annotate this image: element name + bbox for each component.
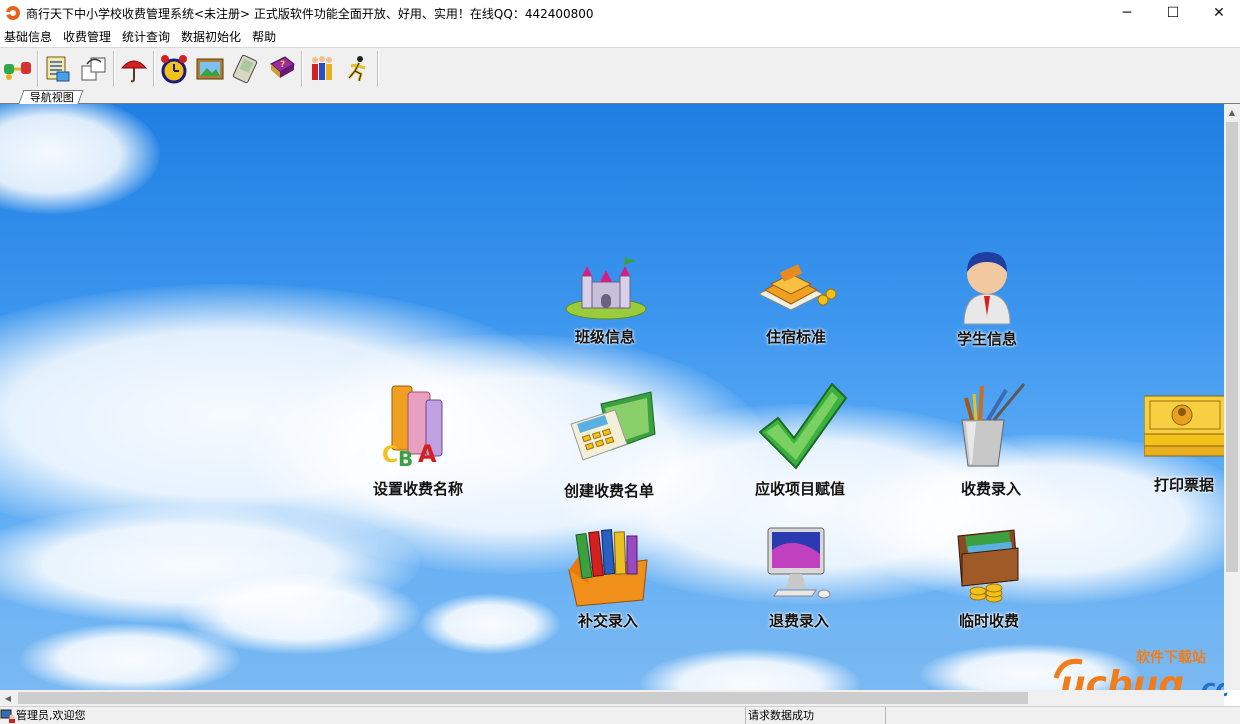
family-icon[interactable] <box>304 50 340 88</box>
picture-icon[interactable] <box>192 50 228 88</box>
tab-strip: 导航视图 <box>0 90 1240 105</box>
app-logo-icon <box>6 6 20 20</box>
cloud <box>20 624 240 690</box>
nav-label: 设置收费名称 <box>372 480 463 498</box>
cloud <box>0 104 160 214</box>
menu-fee-management[interactable]: 收费管理 <box>59 26 118 48</box>
status-user-cell: 管理员,欢迎您 <box>0 706 746 724</box>
wallet-coins-icon <box>944 524 1034 608</box>
toolbar: ? <box>0 48 1240 90</box>
svg-text:?: ? <box>280 60 285 70</box>
nav-class-info[interactable]: 班级信息 <box>560 254 650 347</box>
alarm-clock-icon[interactable] <box>156 50 192 88</box>
money-stack-icon <box>751 254 841 336</box>
nav-label: 临时收费 <box>958 612 1019 630</box>
menu-data-init[interactable]: 数据初始化 <box>177 26 248 48</box>
nav-fee-name[interactable]: C B A 设置收费名称 <box>362 380 474 499</box>
toolbar-separator <box>301 51 303 87</box>
user-computer-icon <box>0 709 15 723</box>
tab-navigation-view[interactable]: 导航视图 <box>18 90 84 105</box>
nav-label: 退费录入 <box>768 612 829 630</box>
menu-statistics[interactable]: 统计查询 <box>118 26 177 48</box>
navigation-view: 班级信息 住宿标准 学生信息 C B A 设置收费名称 创建收费名单 应收项目赋… <box>0 104 1224 690</box>
toolbar-separator <box>113 51 115 87</box>
computer-icon <box>754 524 844 608</box>
document-list-icon[interactable] <box>40 50 76 88</box>
status-bar: 管理员,欢迎您 请求数据成功 <box>0 706 1240 724</box>
menu-basic-info[interactable]: 基础信息 <box>0 26 59 48</box>
status-user-text: 管理员,欢迎您 <box>16 708 86 722</box>
bookshelf-icon <box>563 524 653 608</box>
nav-receivable[interactable]: 应收项目赋值 <box>744 380 856 499</box>
umbrella-icon[interactable] <box>116 50 152 88</box>
horizontal-scrollbar[interactable]: ◀ <box>0 690 1224 706</box>
nav-label: 打印票据 <box>1153 476 1214 494</box>
nav-temp-fee[interactable]: 临时收费 <box>944 524 1034 631</box>
exit-runner-icon[interactable] <box>340 50 376 88</box>
brush-cup-icon <box>946 380 1036 472</box>
nav-supplement[interactable]: 补交录入 <box>563 524 653 631</box>
minimize-icon[interactable]: ─ <box>1104 0 1150 26</box>
checkmark-icon <box>752 380 848 472</box>
cloud <box>420 594 560 654</box>
transfer-icon[interactable] <box>76 50 112 88</box>
close-icon[interactable]: ✕ <box>1196 0 1240 26</box>
title-bar: 商行天下中小学校收费管理系统<未注册> 正式版软件功能全面开放、好用、实用！在线… <box>0 0 1240 26</box>
nav-label: 补交录入 <box>577 612 638 630</box>
window-title: 商行天下中小学校收费管理系统<未注册> 正式版软件功能全面开放、好用、实用！在线… <box>26 6 594 21</box>
nav-fee-list[interactable]: 创建收费名单 <box>553 384 665 501</box>
nav-fee-entry[interactable]: 收费录入 <box>946 380 1036 499</box>
toolbar-separator <box>153 51 155 87</box>
scroll-left-icon[interactable]: ◀ <box>0 690 16 706</box>
nav-student-info[interactable]: 学生信息 <box>942 250 1032 349</box>
status-message-text: 请求数据成功 <box>748 708 814 722</box>
maximize-icon[interactable]: ☐ <box>1150 0 1196 26</box>
toolbar-separator <box>37 51 39 87</box>
books-abc-icon: C B A <box>378 380 458 472</box>
nav-print-receipt[interactable]: 打印票据 <box>1144 388 1224 495</box>
toolbar-separator <box>377 51 379 87</box>
pda-icon[interactable] <box>228 50 264 88</box>
person-icon <box>942 250 1032 332</box>
watermark-caption: 软件下载站 <box>1136 649 1206 666</box>
horizontal-scroll-thumb[interactable] <box>18 692 1028 704</box>
nav-label: 收费录入 <box>960 480 1021 498</box>
cloud <box>640 649 860 690</box>
menu-help[interactable]: 帮助 <box>248 26 283 48</box>
castle-icon <box>560 254 650 336</box>
help-book-icon[interactable]: ? <box>264 50 300 88</box>
nav-dorm-standard[interactable]: 住宿标准 <box>751 254 841 347</box>
svg-text:B: B <box>398 447 413 471</box>
vertical-scroll-thumb[interactable] <box>1226 122 1238 572</box>
nav-refund[interactable]: 退费录入 <box>754 524 844 631</box>
connect-icon[interactable] <box>0 50 36 88</box>
status-message-cell: 请求数据成功 <box>746 706 886 724</box>
nav-label: 创建收费名单 <box>563 482 654 500</box>
nav-label: 应收项目赋值 <box>754 480 845 498</box>
banknotes-icon <box>1144 388 1224 472</box>
svg-text:C: C <box>382 443 398 468</box>
vertical-scrollbar[interactable]: ▲ <box>1224 104 1240 690</box>
scroll-up-icon[interactable]: ▲ <box>1224 104 1240 120</box>
menu-bar: 基础信息 收费管理 统计查询 数据初始化 帮助 <box>0 26 1240 48</box>
calculator-folder-icon <box>561 384 657 472</box>
svg-text:A: A <box>418 440 437 468</box>
